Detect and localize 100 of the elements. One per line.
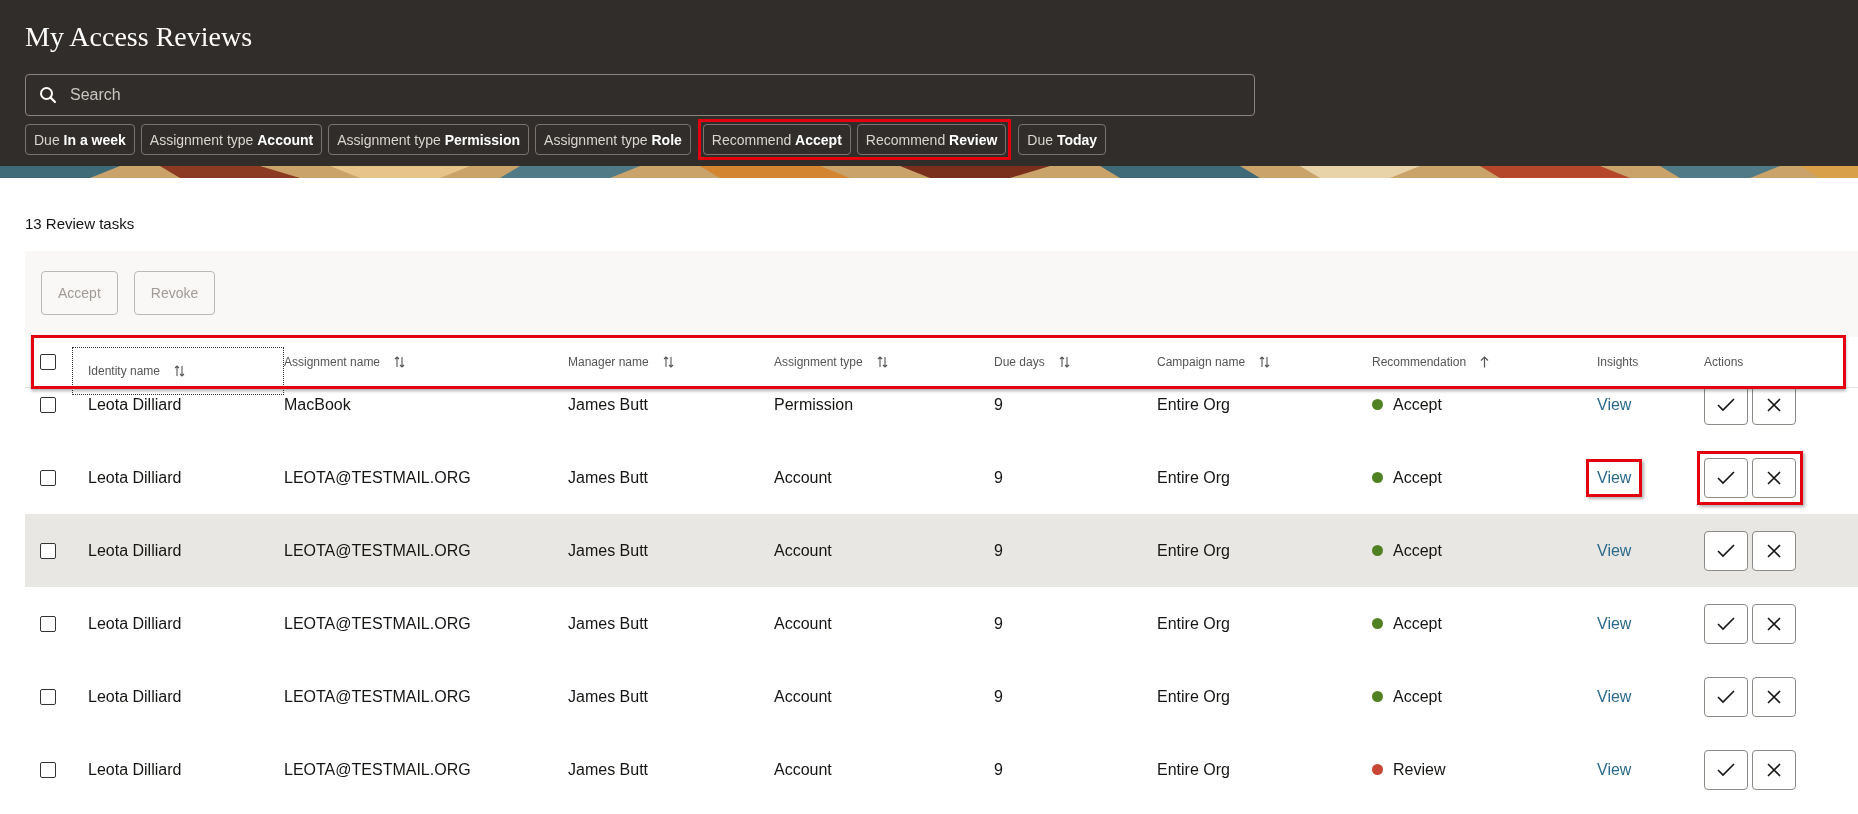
filter-chip[interactable]: Recommend Accept xyxy=(702,124,851,155)
view-link[interactable]: View xyxy=(1586,531,1643,570)
filter-chip[interactable]: Assignment type Account xyxy=(140,124,323,155)
column-header: Actions xyxy=(1704,355,1744,369)
table-cell: Entire Org xyxy=(1157,687,1230,705)
sort-icon[interactable] xyxy=(174,365,186,377)
search-icon xyxy=(39,86,57,104)
close-icon xyxy=(1767,616,1781,631)
table-cell: LEOTA@TESTMAIL.ORG xyxy=(284,760,471,778)
row-checkbox[interactable] xyxy=(40,469,56,486)
column-header[interactable]: Campaign name xyxy=(1157,355,1246,369)
table-cell: 9 xyxy=(994,687,1003,705)
sort-icon[interactable] xyxy=(1058,356,1070,368)
revoke-button[interactable] xyxy=(1752,530,1796,571)
sort-icon[interactable] xyxy=(394,356,406,368)
check-icon xyxy=(1717,616,1735,631)
table-cell: Account xyxy=(774,687,832,705)
row-checkbox[interactable] xyxy=(40,542,56,559)
check-icon xyxy=(1717,543,1735,558)
check-icon xyxy=(1717,689,1735,704)
table-cell: Entire Org xyxy=(1157,541,1230,559)
revoke-button[interactable] xyxy=(1752,749,1796,790)
column-header: Insights xyxy=(1597,355,1639,369)
accept-button[interactable] xyxy=(1704,676,1748,717)
revoke-button[interactable] xyxy=(1752,457,1796,498)
close-icon xyxy=(1767,397,1781,412)
check-icon xyxy=(1717,470,1735,485)
filter-chip[interactable]: Assignment type Permission xyxy=(328,124,530,155)
close-icon xyxy=(1767,762,1781,777)
table-cell: Accept xyxy=(1393,395,1442,414)
column-header[interactable]: Due days xyxy=(994,355,1045,369)
table-cell: 9 xyxy=(994,541,1003,559)
table-cell: Account xyxy=(774,541,832,559)
revoke-button[interactable] xyxy=(1752,603,1796,644)
row-checkbox[interactable] xyxy=(40,396,56,413)
search-field[interactable]: Search xyxy=(25,74,1255,116)
table-cell: James Butt xyxy=(568,687,649,705)
view-link[interactable]: View xyxy=(1586,604,1643,643)
table-cell: James Butt xyxy=(568,468,649,486)
accept-button[interactable] xyxy=(1704,749,1748,790)
table-cell: James Butt xyxy=(568,541,649,559)
table-cell: Accept xyxy=(1393,687,1442,706)
select-all-checkbox[interactable] xyxy=(40,354,56,370)
table-cell: Leota Dilliard xyxy=(88,687,182,705)
table-cell: LEOTA@TESTMAIL.ORG xyxy=(284,541,471,559)
sort-icon[interactable] xyxy=(662,356,674,368)
column-header[interactable]: Assignment type xyxy=(774,355,863,369)
filter-chip[interactable]: Due In a week xyxy=(25,124,135,155)
table-cell: Review xyxy=(1393,760,1446,779)
accept-button[interactable] xyxy=(1704,603,1748,644)
view-link[interactable]: View xyxy=(1586,677,1643,716)
check-icon xyxy=(1717,762,1735,777)
view-link[interactable]: View xyxy=(1586,458,1643,497)
table-cell: Account xyxy=(774,468,832,486)
table-cell: Leota Dilliard xyxy=(88,760,182,778)
close-icon xyxy=(1767,470,1781,485)
table-cell: James Butt xyxy=(568,760,649,778)
sort-ascending-icon[interactable] xyxy=(1480,356,1490,368)
sort-icon[interactable] xyxy=(1259,356,1271,368)
table-cell: James Butt xyxy=(568,614,649,632)
filter-chip[interactable]: Assignment type Role xyxy=(535,124,691,155)
table-cell: Leota Dilliard xyxy=(88,468,182,486)
task-count: 13 Review tasks xyxy=(25,215,136,234)
sort-icon[interactable] xyxy=(876,356,888,368)
table-cell: 9 xyxy=(994,760,1003,778)
table-cell: Leota Dilliard xyxy=(88,541,182,559)
accept-button[interactable] xyxy=(1704,457,1748,498)
table-cell: LEOTA@TESTMAIL.ORG xyxy=(284,687,471,705)
filter-chip[interactable]: Due Today xyxy=(1018,124,1107,155)
table-cell: LEOTA@TESTMAIL.ORG xyxy=(284,614,471,632)
table-cell: MacBook xyxy=(284,395,351,413)
table-cell: Entire Org xyxy=(1157,468,1230,486)
revoke-button[interactable] xyxy=(1752,676,1796,717)
row-checkbox[interactable] xyxy=(40,688,56,705)
accept-button[interactable] xyxy=(1704,530,1748,571)
table-cell: Accept xyxy=(1393,468,1442,487)
table-cell: 9 xyxy=(994,468,1003,486)
table-cell: Entire Org xyxy=(1157,760,1230,778)
row-checkbox[interactable] xyxy=(40,761,56,778)
view-link[interactable]: View xyxy=(1586,388,1643,424)
column-header[interactable]: Identity name xyxy=(88,364,161,378)
accept-button[interactable] xyxy=(1704,388,1748,425)
table-cell: LEOTA@TESTMAIL.ORG xyxy=(284,468,471,486)
filter-chip[interactable]: Recommend Review xyxy=(856,124,1007,155)
table-cell: Account xyxy=(774,614,832,632)
column-header[interactable]: Manager name xyxy=(568,355,649,369)
check-icon xyxy=(1717,397,1735,412)
table-cell: 9 xyxy=(994,395,1003,413)
table-cell: Entire Org xyxy=(1157,395,1230,413)
column-header[interactable]: Assignment name xyxy=(284,355,381,369)
table-cell: James Butt xyxy=(568,395,649,413)
view-link[interactable]: View xyxy=(1586,750,1643,789)
close-icon xyxy=(1767,689,1781,704)
revoke-button[interactable] xyxy=(1752,388,1796,425)
table-cell: Entire Org xyxy=(1157,614,1230,632)
table-cell: 9 xyxy=(994,614,1003,632)
row-checkbox[interactable] xyxy=(40,615,56,632)
column-header[interactable]: Recommendation xyxy=(1372,355,1467,369)
table-cell: Account xyxy=(774,760,832,778)
table-cell: Accept xyxy=(1393,541,1442,560)
